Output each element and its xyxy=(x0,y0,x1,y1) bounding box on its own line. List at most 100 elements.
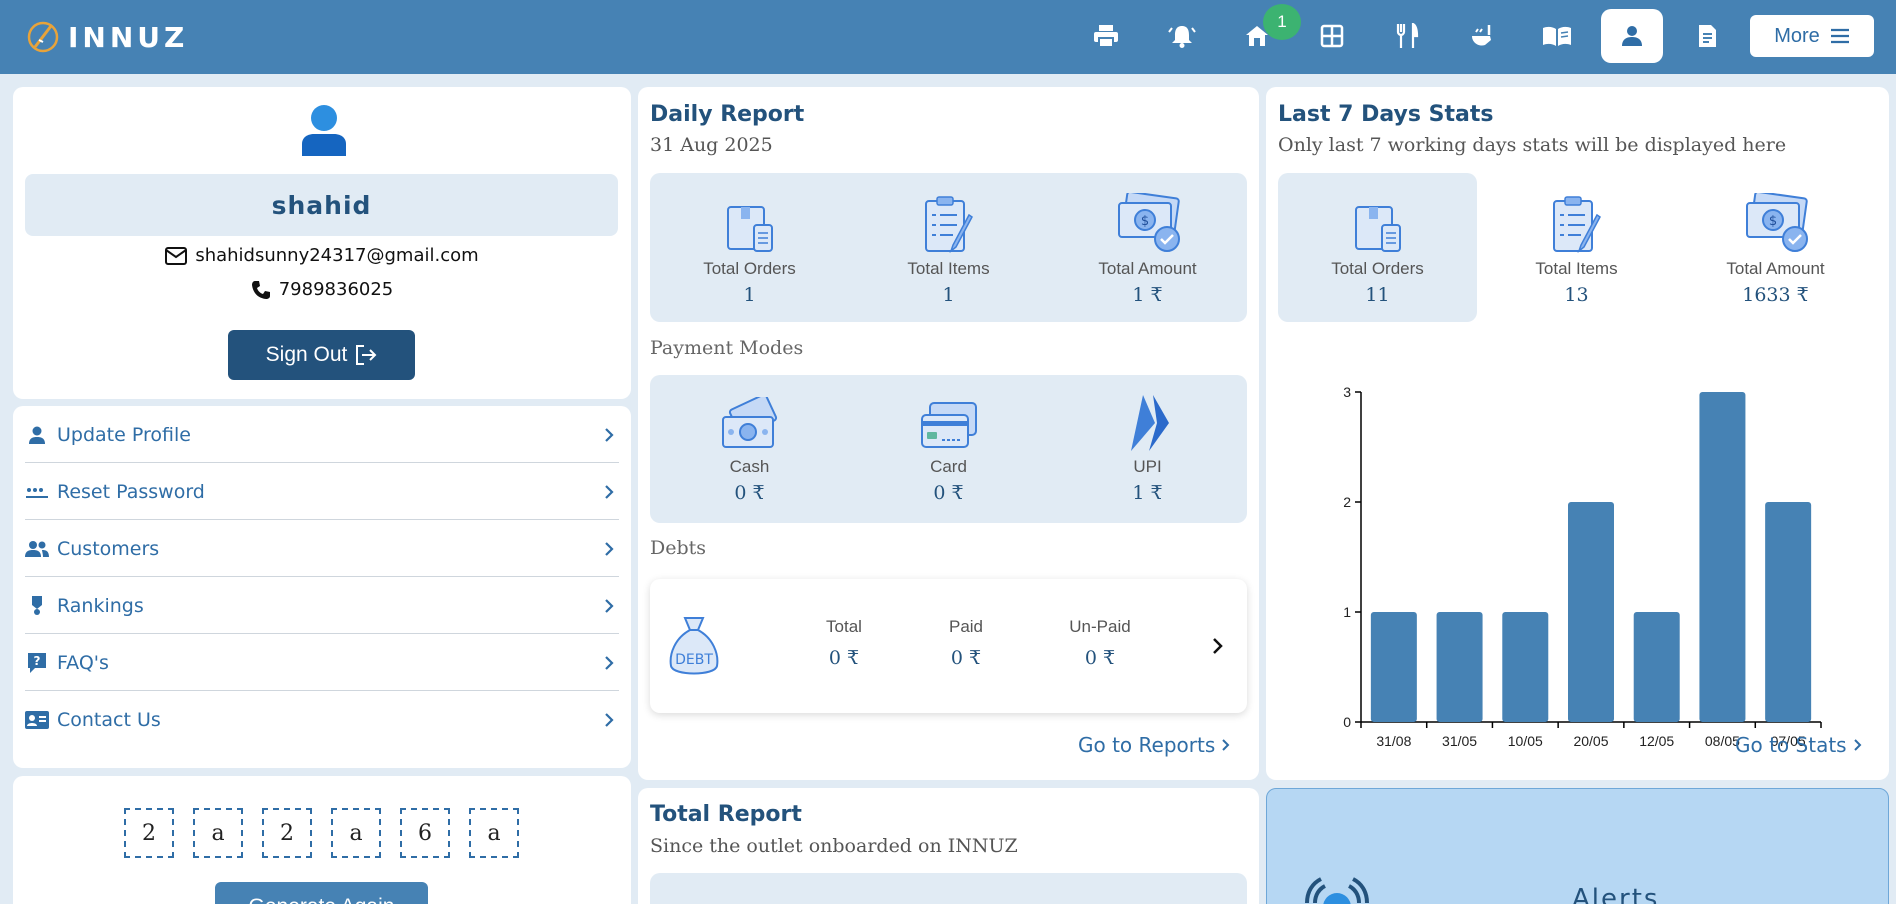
captcha-char: a xyxy=(469,808,519,858)
stat-value: 11 xyxy=(1365,284,1390,306)
stats-title: Last 7 Days Stats xyxy=(1278,102,1494,127)
question-icon: ? xyxy=(25,651,49,675)
profile-menu: Update Profile Reset Password Customers … xyxy=(13,406,631,768)
x-tick-label: 20/05 xyxy=(1573,733,1608,749)
y-tick-label: 0 xyxy=(1343,714,1351,730)
go-to-reports-link[interactable]: Go to Reports xyxy=(1078,733,1231,757)
logo-text: INNUZ xyxy=(68,20,189,54)
profile-card: shahid shahidsunny24317@gmail.com 798983… xyxy=(13,87,631,399)
money-icon: $ xyxy=(1117,193,1180,252)
menu-item-faqs[interactable]: ? FAQ's xyxy=(25,635,619,691)
debt-bag-text: DEBT xyxy=(675,652,713,668)
sign-out-button[interactable]: Sign Out xyxy=(228,330,415,380)
menu-book-button[interactable] xyxy=(1526,9,1588,63)
serving-icon xyxy=(1472,25,1491,46)
menu-item-reset-password[interactable]: Reset Password xyxy=(25,464,619,520)
captcha-card: 2 a 2 a 6 a Generate Again xyxy=(13,776,631,904)
x-tick-label: 31/08 xyxy=(1376,733,1411,749)
dining-button[interactable] xyxy=(1376,9,1438,63)
stat-total-amount: $ Total Amount 1 ₹ xyxy=(1048,191,1247,306)
bar xyxy=(1568,502,1614,722)
stat-value: 1 xyxy=(743,284,756,306)
tables-button[interactable] xyxy=(1301,9,1363,63)
password-icon xyxy=(25,480,49,504)
bar xyxy=(1502,612,1549,722)
printer-button[interactable] xyxy=(1075,9,1137,63)
logout-icon xyxy=(356,345,377,365)
sign-out-label: Sign Out xyxy=(265,343,348,366)
avatar-icon xyxy=(302,105,346,156)
logo-icon xyxy=(27,21,59,53)
generate-again-button[interactable]: Generate Again xyxy=(215,882,428,904)
clipboard-icon xyxy=(1552,196,1601,254)
total-report-title: Total Report xyxy=(650,802,802,827)
bell-icon xyxy=(1168,26,1196,48)
alerts-card[interactable]: Alerts xyxy=(1266,788,1889,904)
profile-email: shahidsunny24317@gmail.com xyxy=(195,245,479,266)
debt-value: 0 ₹ xyxy=(950,647,982,669)
payment-value: 0 ₹ xyxy=(734,482,765,504)
x-tick-label: 10/05 xyxy=(1508,733,1543,749)
bar xyxy=(1633,612,1680,722)
serving-button[interactable] xyxy=(1451,9,1513,63)
total-stats-panel xyxy=(650,873,1247,904)
payment-value: 0 ₹ xyxy=(933,482,964,504)
debt-label: Un-Paid xyxy=(1069,617,1131,636)
receipt-icon xyxy=(1699,25,1716,47)
top-navbar: INNUZ 1 More xyxy=(0,0,1896,74)
last-7-days-card: Last 7 Days Stats Only last 7 working da… xyxy=(1266,87,1889,780)
money-icon: $ xyxy=(1745,193,1808,252)
alarm-button[interactable] xyxy=(1151,9,1213,63)
stat-total-amount: $ Total Amount 1633 ₹ xyxy=(1676,191,1875,306)
stat-total-orders: Total Orders 11 xyxy=(1278,191,1477,306)
bar-chart-svg: 012331/08 31/05 10/05 20/05 12/05 08/05 07/05 xyxy=(1343,384,1822,749)
stat-value: 1 ₹ xyxy=(1132,284,1163,306)
chevron-right-icon xyxy=(599,427,619,443)
phone-line: 7989836025 xyxy=(13,279,631,300)
profile-button[interactable] xyxy=(1601,9,1663,63)
cash-icon xyxy=(721,397,777,448)
stat-total-items: Total Items 13 xyxy=(1477,191,1676,306)
card-icon xyxy=(920,402,977,448)
menu-item-update-profile[interactable]: Update Profile xyxy=(25,407,619,463)
chevron-right-icon xyxy=(599,712,619,728)
menu-label: Reset Password xyxy=(57,480,205,503)
menu-item-rankings[interactable]: Rankings xyxy=(25,578,619,634)
menu-label: FAQ's xyxy=(57,651,109,674)
payment-label: Cash xyxy=(729,457,770,476)
profile-name: shahid xyxy=(25,174,618,236)
bar xyxy=(1370,612,1417,722)
debt-label: Paid xyxy=(948,617,984,636)
user-icon xyxy=(25,423,49,447)
hamburger-icon xyxy=(1830,28,1849,44)
orders-bar-chart: 0 1 2 3 31/08 31/05 10/05 20/05 12/05 08/05 07/05 xyxy=(1306,367,1866,757)
contact-card-icon xyxy=(25,708,49,732)
stat-label: Total Orders xyxy=(703,259,796,278)
logo[interactable]: INNUZ xyxy=(26,14,188,60)
menu-item-contact-us[interactable]: Contact Us xyxy=(25,692,619,748)
captcha-char: a xyxy=(193,808,243,858)
go-to-stats-link[interactable]: Go to Stats xyxy=(1735,733,1863,757)
user-icon xyxy=(1622,26,1642,46)
cutlery-icon xyxy=(1396,23,1419,48)
stat-total-orders: Total Orders 1 xyxy=(650,191,849,306)
stat-value: 13 xyxy=(1564,284,1589,306)
chevron-right-icon xyxy=(599,655,619,671)
captcha-char: 2 xyxy=(124,808,174,858)
payment-upi: UPI 1 ₹ xyxy=(1048,389,1247,504)
medal-icon xyxy=(25,594,49,618)
chevron-right-icon[interactable] xyxy=(1212,637,1224,655)
people-icon xyxy=(25,537,49,561)
debts-panel[interactable]: DEBT Total 0 ₹ Paid 0 ₹ Un-Paid 0 ₹ xyxy=(650,579,1247,713)
payment-modes-panel: Cash 0 ₹ Card 0 ₹ UPI 1 ₹ xyxy=(650,375,1247,523)
more-button[interactable]: More xyxy=(1750,15,1874,57)
stat-label: Total Orders xyxy=(1331,259,1424,278)
alarm-icon xyxy=(1305,877,1369,904)
payment-label: UPI xyxy=(1133,457,1162,476)
stat-label: Total Amount xyxy=(1726,259,1825,278)
daily-report-date: 31 Aug 2025 xyxy=(650,134,773,156)
debt-unpaid: Un-Paid 0 ₹ xyxy=(1055,617,1145,669)
receipt-button[interactable] xyxy=(1676,9,1738,63)
chevron-right-icon xyxy=(599,484,619,500)
menu-item-customers[interactable]: Customers xyxy=(25,521,619,577)
